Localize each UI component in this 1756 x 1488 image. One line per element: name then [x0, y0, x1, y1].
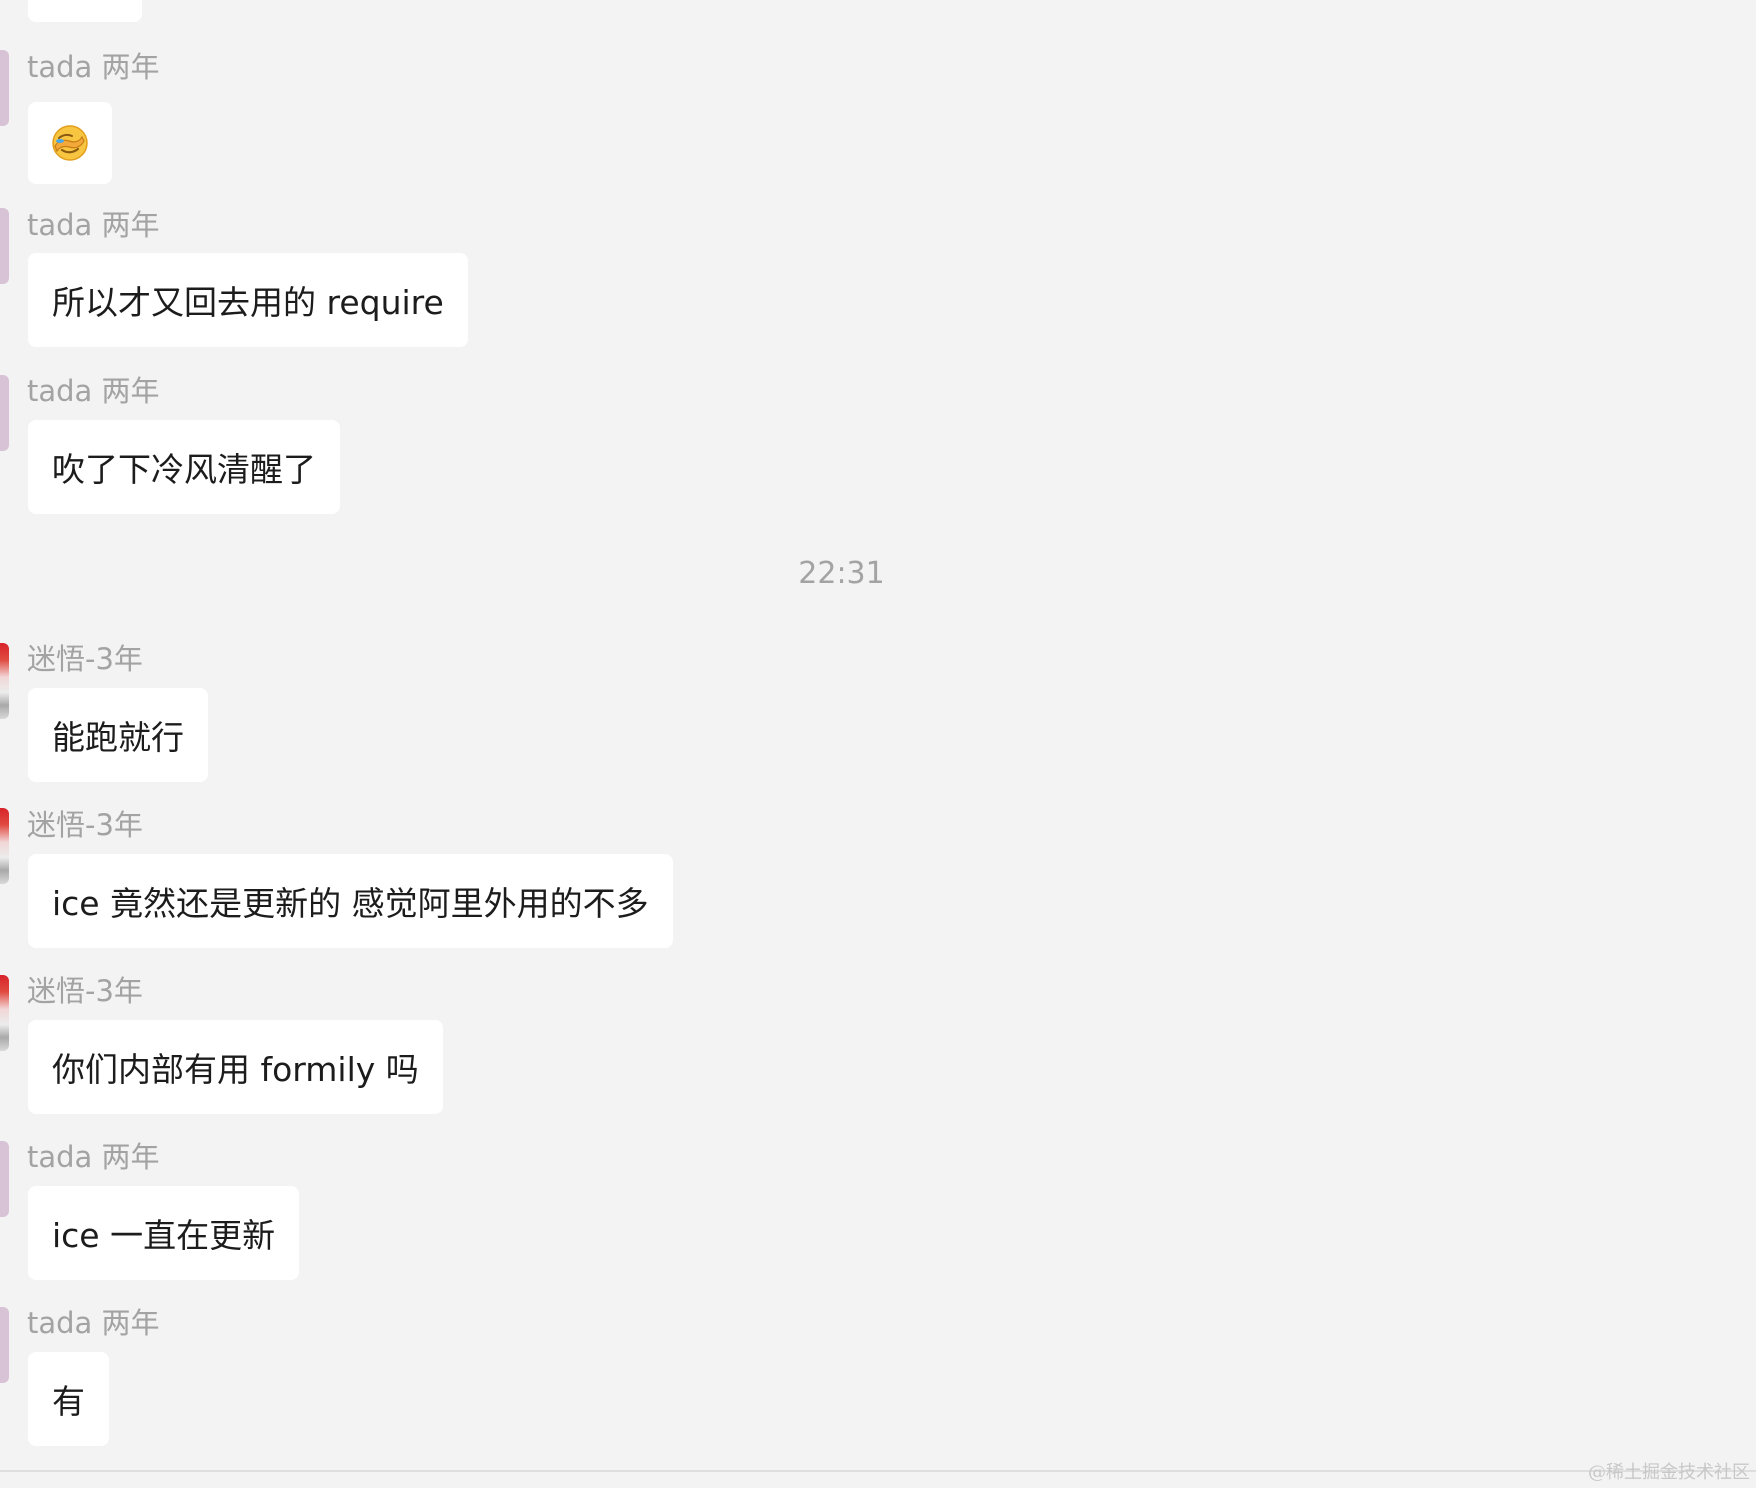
sender-name: 迷悟-3年: [27, 974, 143, 1008]
avatar[interactable]: [0, 1307, 9, 1383]
avatar[interactable]: [0, 375, 9, 451]
facepalm-emoji-icon: [52, 125, 88, 161]
previous-message-bubble: [28, 0, 142, 22]
divider: [0, 1470, 1756, 1472]
message-bubble[interactable]: 有: [28, 1352, 109, 1446]
message-bubble[interactable]: 吹了下冷风清醒了: [28, 420, 340, 514]
avatar[interactable]: [0, 808, 9, 884]
message-bubble[interactable]: 你们内部有用 formily 吗: [28, 1020, 443, 1114]
message-bubble[interactable]: [28, 102, 112, 184]
avatar[interactable]: [0, 50, 9, 126]
message-bubble[interactable]: ice 竟然还是更新的 感觉阿里外用的不多: [28, 854, 673, 948]
sender-name: tada 两年: [27, 1140, 160, 1174]
avatar[interactable]: [0, 1141, 9, 1217]
message-bubble[interactable]: 所以才又回去用的 require: [28, 253, 468, 347]
sender-name: 迷悟-3年: [27, 808, 143, 842]
sender-name: tada 两年: [27, 208, 160, 242]
watermark: @稀土掘金技术社区: [1588, 1462, 1750, 1483]
sender-name: tada 两年: [27, 1306, 160, 1340]
avatar[interactable]: [0, 208, 9, 284]
sender-name: 迷悟-3年: [27, 642, 143, 676]
message-bubble[interactable]: 能跑就行: [28, 688, 208, 782]
avatar[interactable]: [0, 643, 9, 719]
time-divider: 22:31: [798, 556, 885, 591]
sender-name: tada 两年: [27, 374, 160, 408]
avatar[interactable]: [0, 975, 9, 1051]
message-bubble[interactable]: ice 一直在更新: [28, 1186, 300, 1280]
sender-name: tada 两年: [27, 50, 160, 84]
